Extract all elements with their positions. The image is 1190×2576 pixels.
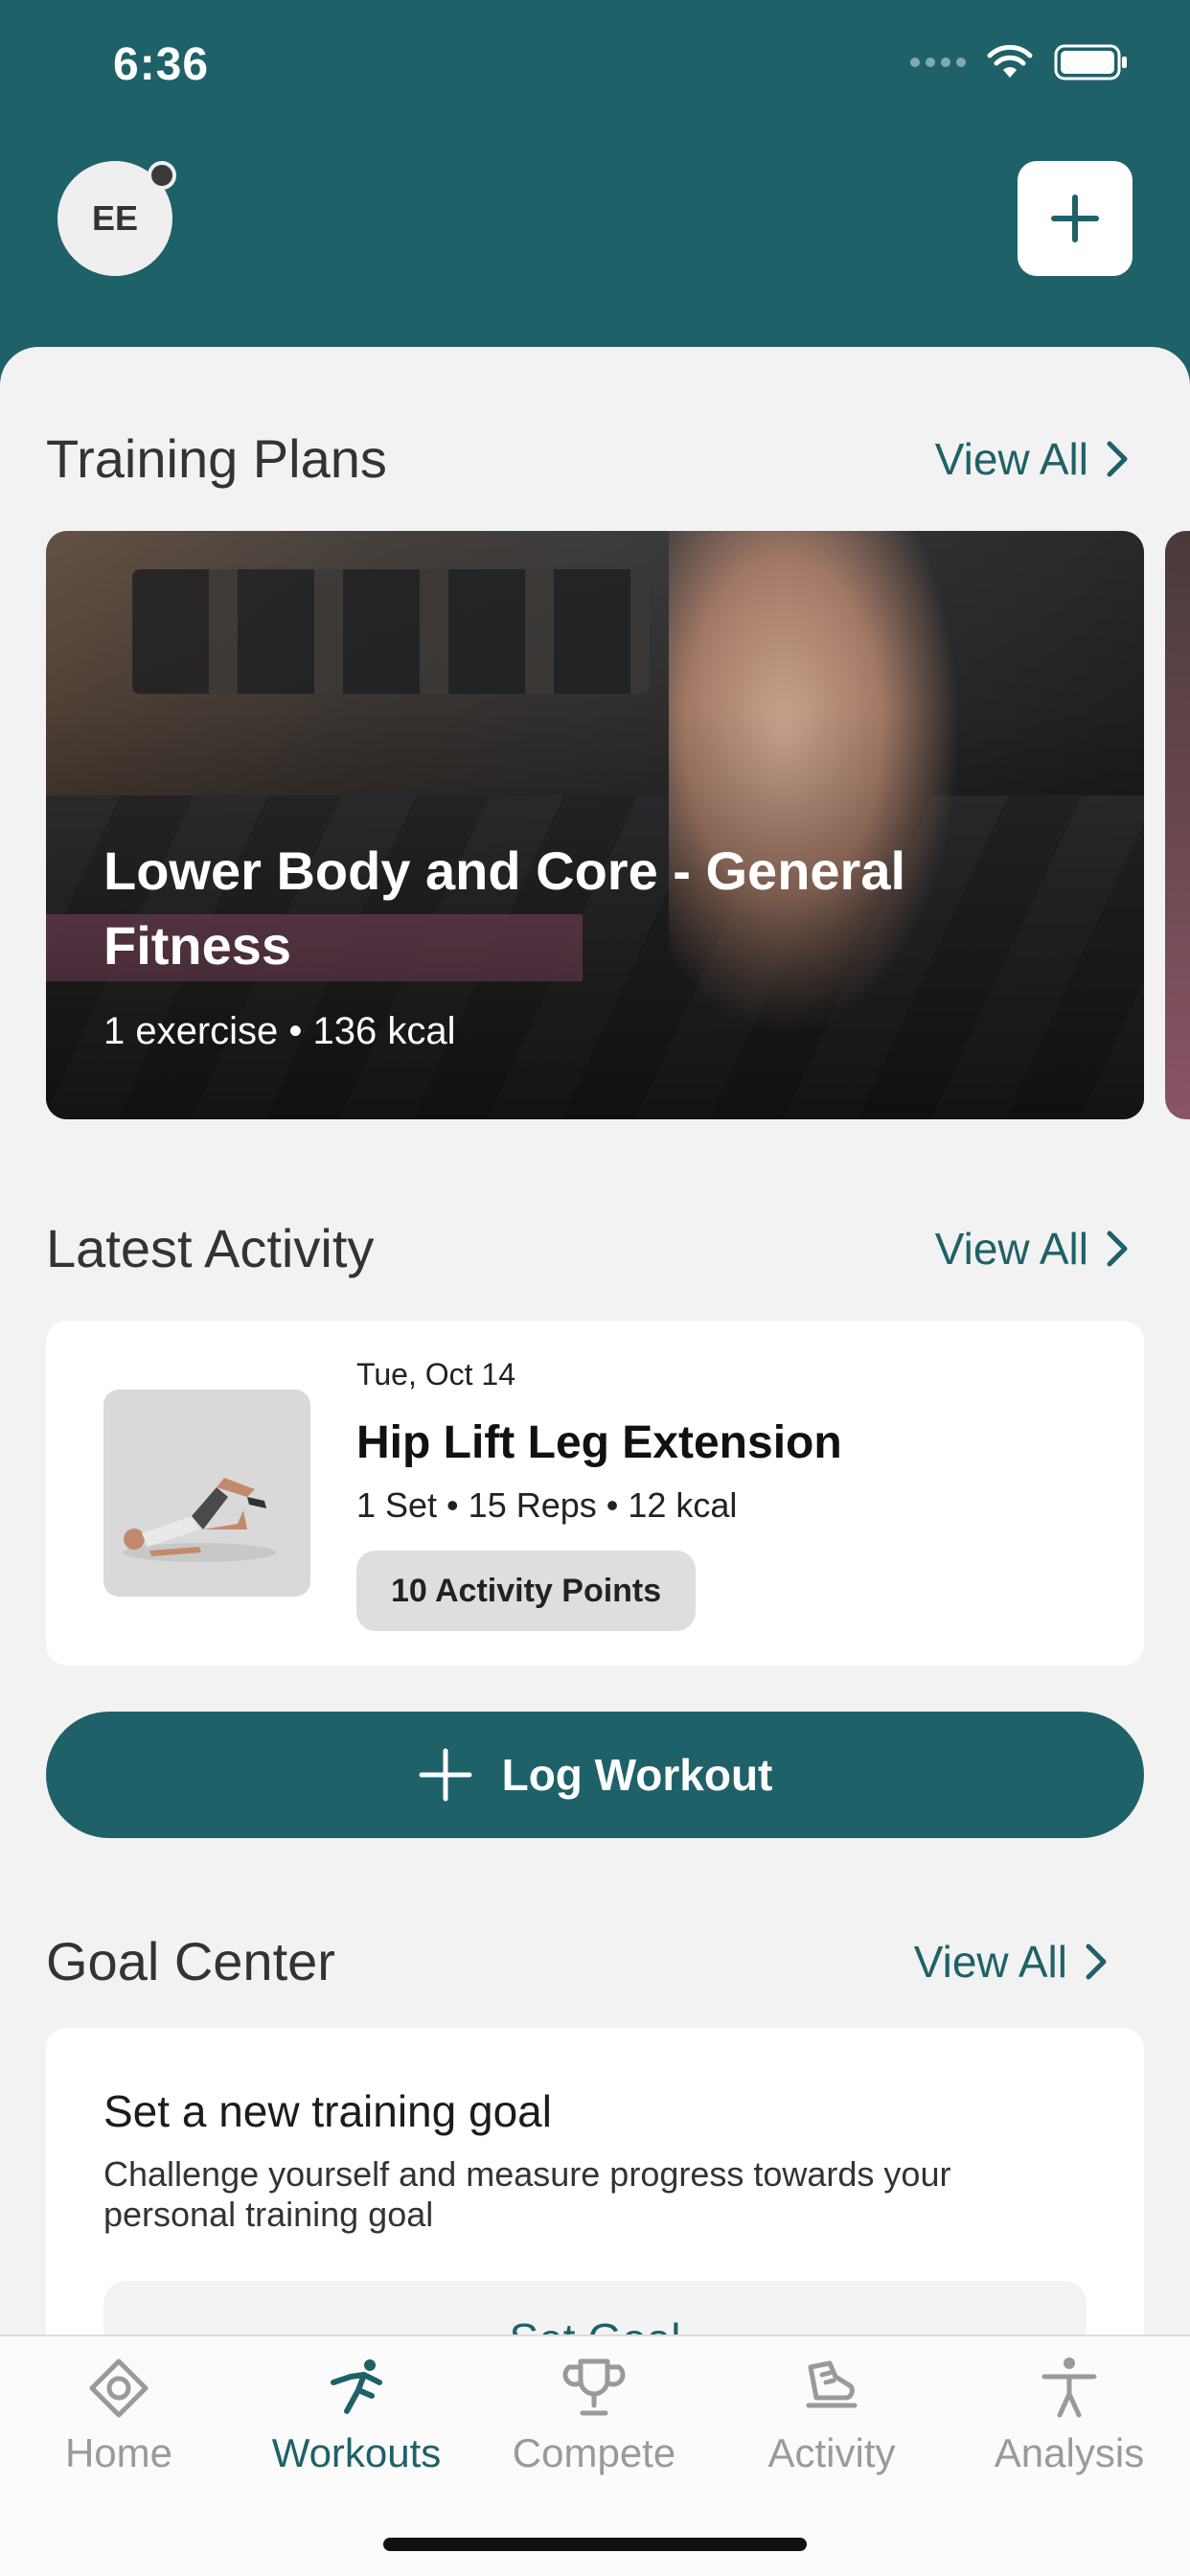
plan-meta: 1 exercise • 136 kcal: [103, 1010, 456, 1052]
training-plans-view-all[interactable]: View All: [935, 433, 1129, 485]
battery-icon: [1054, 44, 1127, 80]
home-indicator: [383, 2538, 807, 2551]
exercise-thumbnail: [103, 1390, 310, 1597]
view-all-label: View All: [934, 433, 1088, 484]
activity-icon: [806, 2360, 858, 2408]
training-plans-title: Training Plans: [46, 428, 387, 489]
tab-label: Activity: [767, 2430, 896, 2475]
activity-meta: 1 Set • 15 Reps • 12 kcal: [356, 1485, 738, 1525]
plus-icon: [1051, 195, 1099, 242]
plus-icon: [419, 1748, 472, 1802]
latest-activity-header: Latest Activity View All: [46, 1217, 1129, 1279]
training-plan-card[interactable]: Lower Body and Core - General Fitness 1 …: [46, 531, 1144, 1119]
status-icons: [910, 44, 1129, 80]
goal-center-view-all[interactable]: View All: [914, 1936, 1108, 1988]
goal-center-header: Goal Center View All: [46, 1930, 1129, 1992]
activity-points-badge: 10 Activity Points: [356, 1551, 697, 1631]
add-button[interactable]: [1018, 161, 1133, 276]
tab-home[interactable]: Home: [0, 2354, 238, 2476]
goal-description: Challenge yourself and measure progress …: [103, 2154, 951, 2234]
signal-icon: [910, 58, 966, 67]
tab-workouts[interactable]: Workouts: [238, 2354, 475, 2476]
tab-compete[interactable]: Compete: [475, 2354, 713, 2476]
chevron-right-icon: [1107, 441, 1128, 476]
goal-title: Set a new training goal: [103, 2086, 552, 2136]
avatar-initials: EE: [91, 198, 139, 238]
tab-analysis[interactable]: Analysis: [950, 2354, 1188, 2476]
chevron-right-icon: [1086, 1944, 1107, 1979]
avatar[interactable]: EE: [57, 161, 176, 276]
goal-center-title: Goal Center: [46, 1931, 335, 1991]
header: 6:36 EE: [0, 0, 1190, 402]
workouts-icon: [331, 2359, 382, 2414]
tab-activity[interactable]: Activity: [713, 2354, 950, 2476]
log-workout-button[interactable]: Log Workout: [46, 1712, 1144, 1838]
activity-date: Tue, Oct 14: [356, 1357, 515, 1392]
tab-label: Compete: [512, 2430, 676, 2475]
training-plans-header: Training Plans View All: [46, 427, 1129, 490]
chevron-right-icon: [1107, 1230, 1128, 1266]
next-plan-card-peek[interactable]: [1165, 531, 1190, 1119]
wifi-icon: [987, 45, 1033, 78]
analysis-icon: [1041, 2358, 1097, 2418]
activity-name: Hip Lift Leg Extension: [356, 1417, 842, 1468]
notification-dot: [148, 161, 176, 190]
home-icon: [89, 2358, 149, 2418]
activity-card[interactable]: Tue, Oct 14 Hip Lift Leg Extension 1 Set…: [46, 1321, 1144, 1666]
log-workout-label: Log Workout: [501, 1750, 773, 1800]
tab-label: Analysis: [994, 2430, 1145, 2475]
trophy-icon: [562, 2358, 626, 2416]
latest-activity-title: Latest Activity: [46, 1218, 375, 1278]
latest-activity-view-all[interactable]: View All: [935, 1223, 1129, 1275]
view-all-label: View All: [913, 1936, 1067, 1987]
tab-label: Workouts: [271, 2430, 442, 2475]
status-time: 6:36: [113, 39, 210, 90]
plan-title: Lower Body and Core - General Fitness: [103, 840, 906, 976]
tab-label: Home: [64, 2430, 173, 2475]
view-all-label: View All: [934, 1223, 1088, 1274]
